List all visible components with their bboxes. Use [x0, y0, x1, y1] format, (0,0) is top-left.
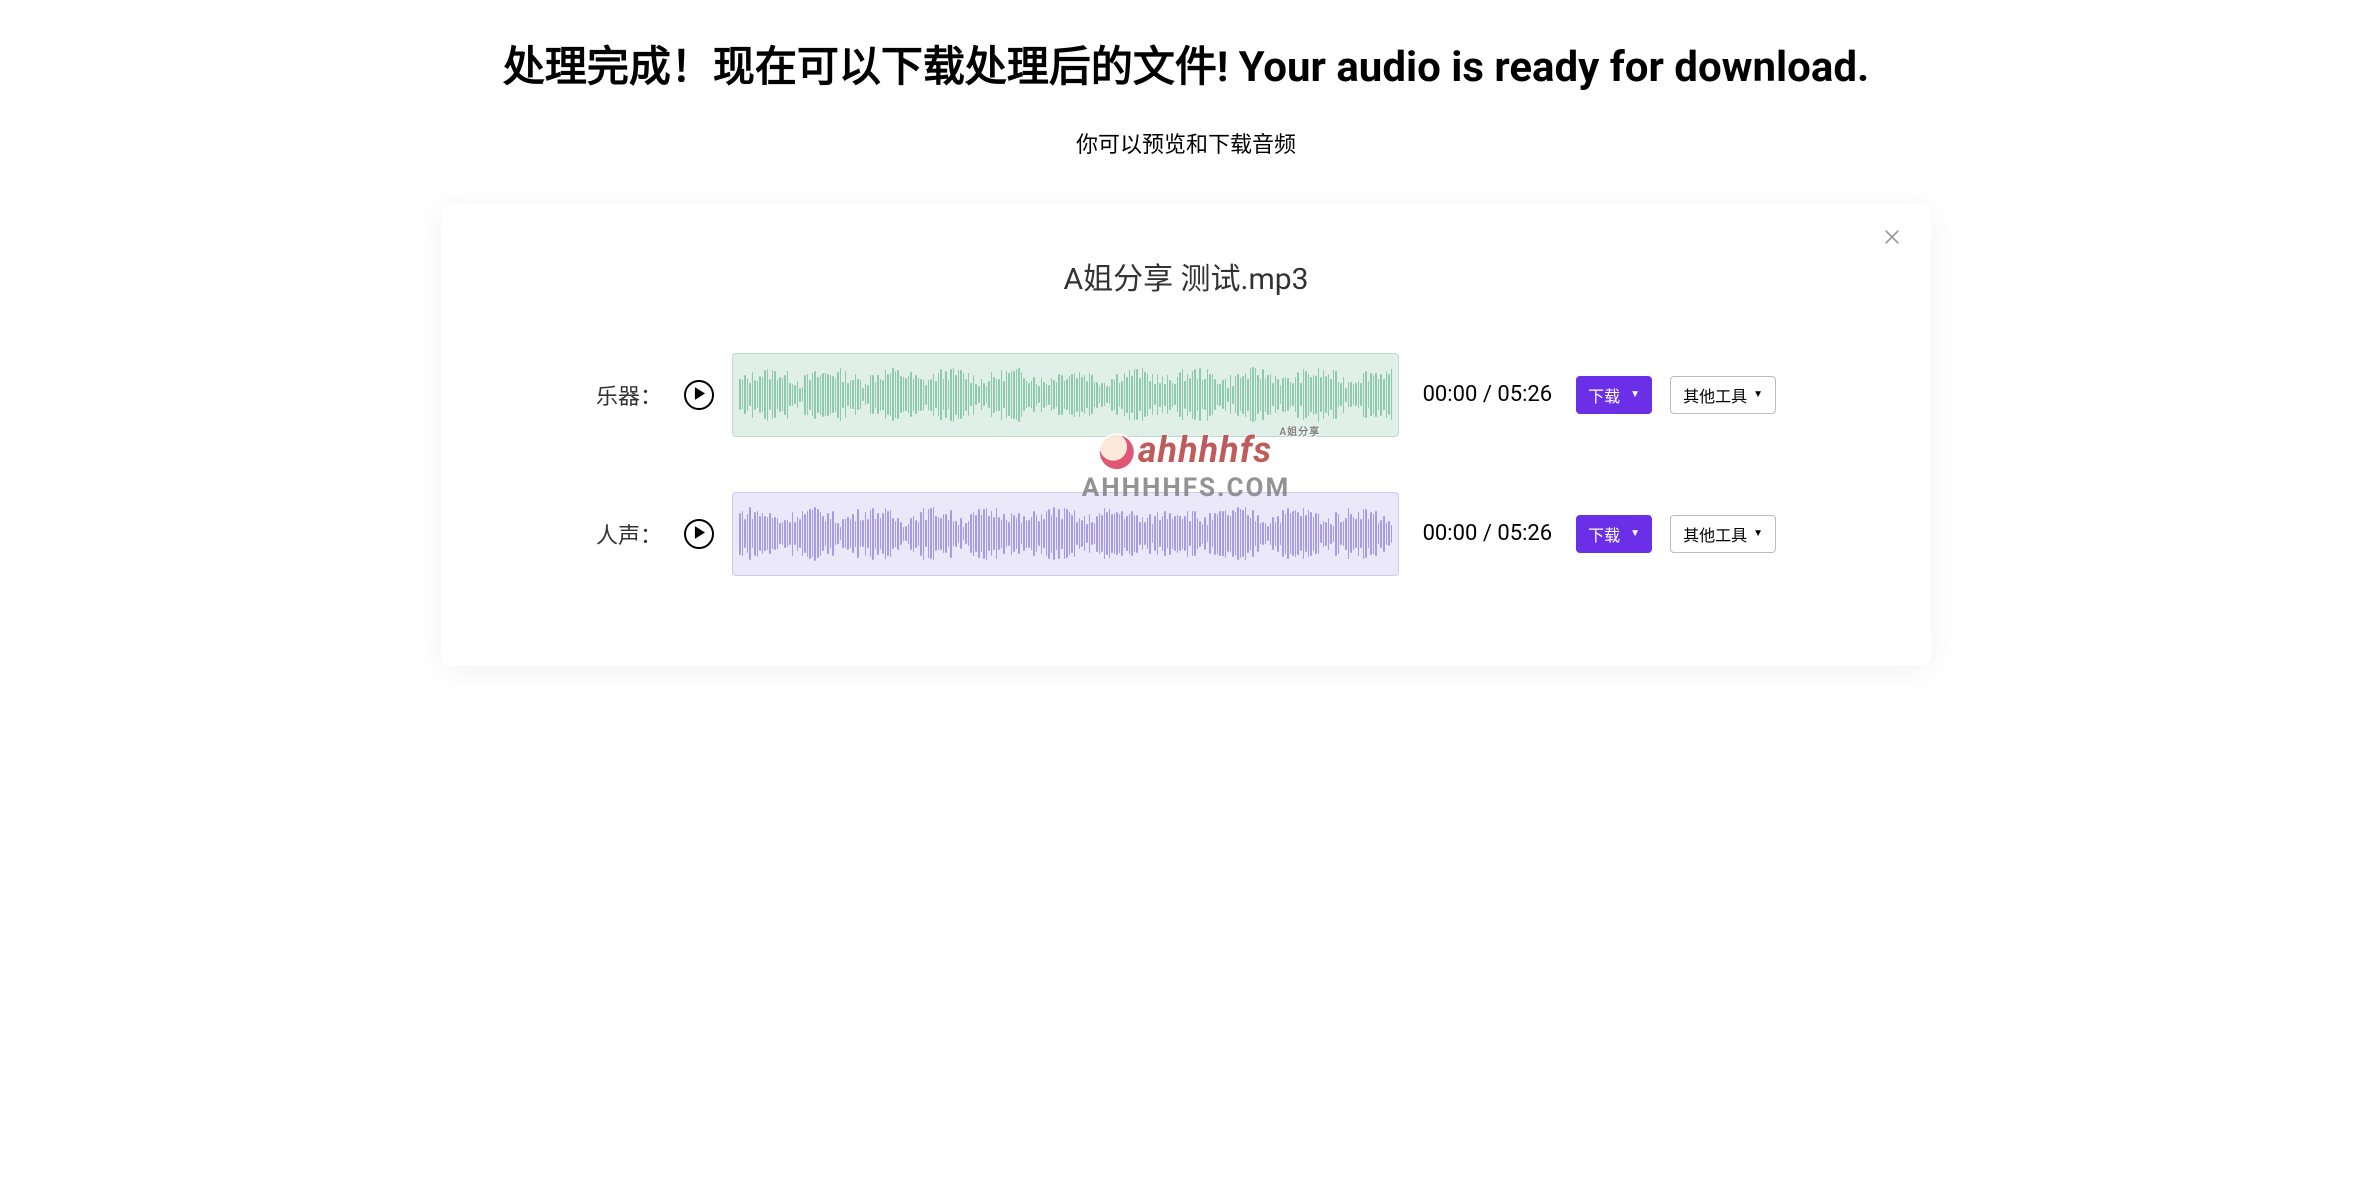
- download-label: 下载: [1588, 522, 1620, 546]
- result-card: A姐分享 测试.mp3 乐器： 00:00 / 05:26 下载: [441, 204, 1931, 666]
- chevron-down-icon: ▼: [1753, 389, 1763, 400]
- waveform-vocal[interactable]: [732, 492, 1399, 576]
- play-button[interactable]: [684, 380, 714, 410]
- close-button[interactable]: [1879, 226, 1905, 252]
- time-display: 00:00 / 05:26: [1423, 521, 1553, 546]
- filename-label: A姐分享 测试.mp3: [501, 254, 1871, 298]
- close-icon: [1882, 227, 1902, 251]
- track-row-instrument: 乐器： 00:00 / 05:26 下载 ▼ 其他工具: [596, 353, 1776, 437]
- waveform-instrument[interactable]: [732, 353, 1399, 437]
- download-label: 下载: [1588, 383, 1620, 407]
- play-button[interactable]: [684, 519, 714, 549]
- other-tools-label: 其他工具: [1683, 383, 1747, 407]
- track-label: 人声：: [596, 518, 666, 550]
- other-tools-label: 其他工具: [1683, 522, 1747, 546]
- other-tools-button[interactable]: 其他工具 ▼: [1670, 515, 1776, 553]
- download-button[interactable]: 下载 ▼: [1576, 515, 1652, 553]
- track-row-vocal: 人声： 00:00 / 05:26 下载 ▼ 其他工具: [596, 492, 1776, 576]
- chevron-down-icon: ▼: [1630, 389, 1640, 400]
- chevron-down-icon: ▼: [1753, 528, 1763, 539]
- play-icon: [694, 526, 705, 542]
- waveform-bars: [739, 493, 1392, 575]
- waveform-bars: [739, 354, 1392, 436]
- track-list: 乐器： 00:00 / 05:26 下载 ▼ 其他工具: [596, 353, 1776, 576]
- other-tools-button[interactable]: 其他工具 ▼: [1670, 376, 1776, 414]
- track-label: 乐器：: [596, 379, 666, 411]
- download-button[interactable]: 下载 ▼: [1576, 376, 1652, 414]
- time-display: 00:00 / 05:26: [1423, 382, 1553, 407]
- chevron-down-icon: ▼: [1630, 528, 1640, 539]
- page-title: 处理完成！现在可以下载处理后的文件! Your audio is ready f…: [486, 40, 1886, 97]
- page-subtitle: 你可以预览和下载音频: [20, 127, 2352, 159]
- play-icon: [694, 387, 705, 403]
